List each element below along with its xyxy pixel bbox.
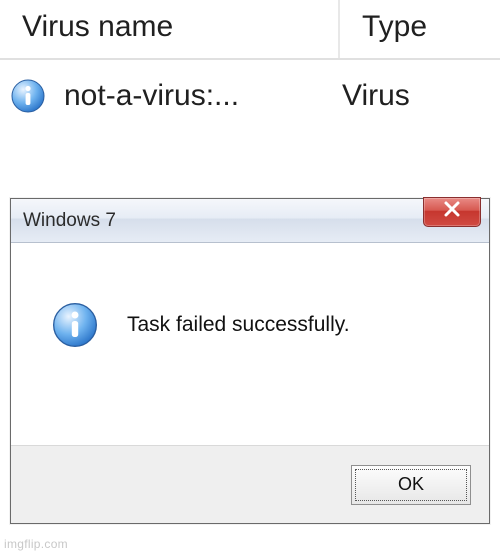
virus-table: Virus name Type not-a — [0, 0, 500, 138]
column-header-type[interactable]: Type — [340, 0, 500, 58]
dialog-message: Task failed successfully. — [127, 313, 350, 337]
close-button[interactable] — [423, 197, 481, 227]
virus-name-text: not-a-virus:... — [64, 79, 239, 113]
dialog-body: Task failed successfully. — [11, 243, 489, 379]
cell-virus-name: not-a-virus:... — [8, 78, 332, 114]
ok-button[interactable]: OK — [351, 465, 471, 505]
dialog-footer: OK — [11, 445, 489, 523]
message-dialog: Windows 7 — [10, 198, 490, 524]
info-icon — [51, 301, 99, 349]
dialog-title: Windows 7 — [11, 210, 116, 232]
titlebar[interactable]: Windows 7 — [11, 199, 489, 243]
cell-virus-type: Virus — [332, 79, 492, 113]
table-header: Virus name Type — [0, 0, 500, 60]
column-header-name[interactable]: Virus name — [0, 0, 340, 58]
info-icon — [10, 78, 46, 114]
watermark: imgflip.com — [4, 537, 68, 551]
table-row[interactable]: not-a-virus:... Virus — [0, 60, 500, 138]
close-icon — [441, 198, 463, 226]
